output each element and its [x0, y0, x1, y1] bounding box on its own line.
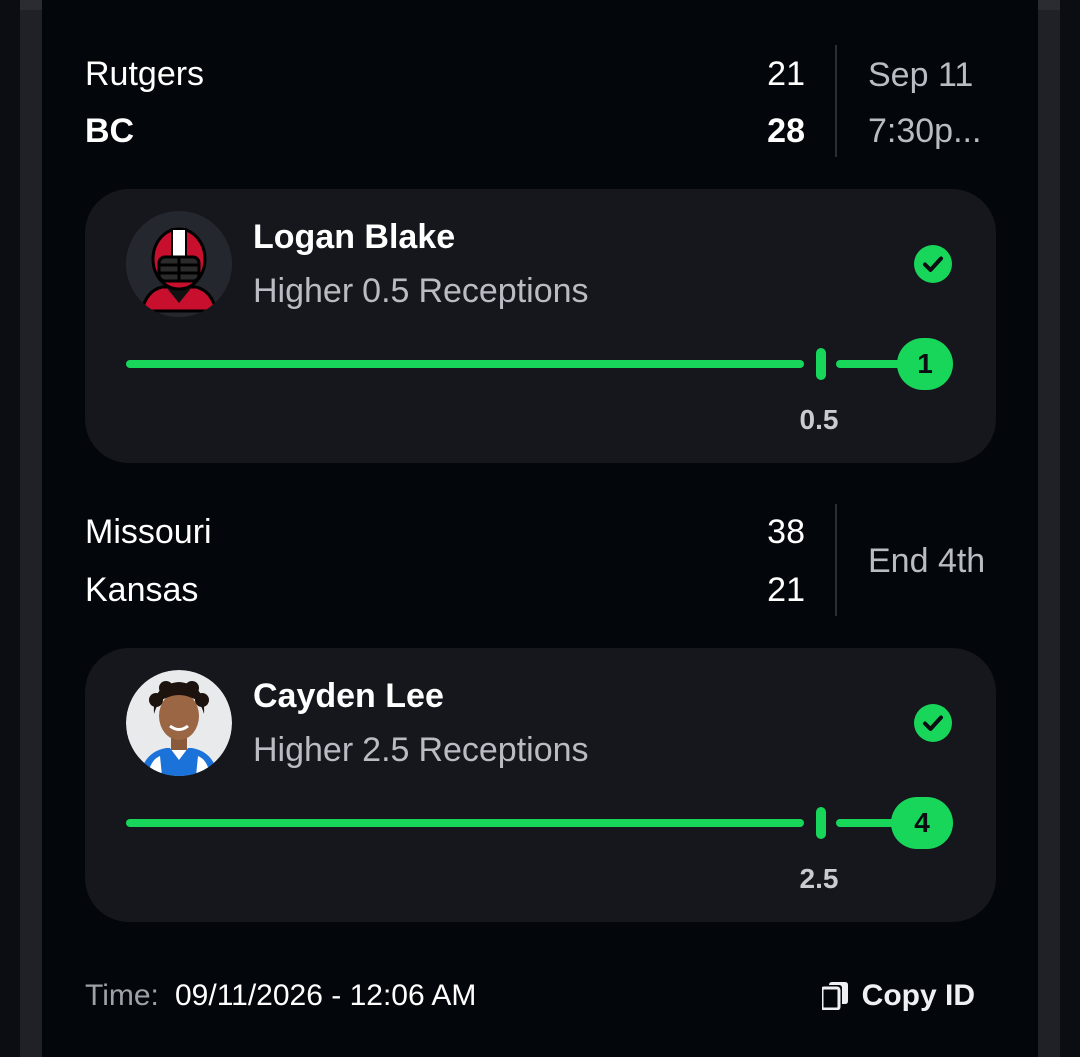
check-circle-icon: [914, 704, 952, 742]
team-score: 28: [767, 112, 805, 150]
prop-line-value: 2.5: [362, 731, 410, 769]
progress-track: [126, 819, 804, 827]
line-label: 2.5: [799, 863, 839, 894]
team-name: Kansas: [85, 571, 199, 609]
pick-card[interactable]: Cayden Lee Higher 2.5 Receptions 4 2.5: [85, 648, 996, 922]
player-name: Logan Blake: [253, 218, 456, 256]
team-row: Kansas 21: [85, 565, 805, 615]
result-badge: 1: [897, 338, 953, 390]
right-edge: [1038, 0, 1060, 1057]
progress-track: [126, 360, 804, 368]
prop-line-value: 0.5: [362, 272, 410, 310]
player-name: Cayden Lee: [253, 677, 444, 715]
team-row: Missouri 38: [85, 507, 805, 557]
prop-line: Higher 2.5 Receptions: [253, 730, 598, 770]
line-label: 0.5: [799, 404, 839, 435]
team-row: Rutgers 21: [85, 49, 805, 99]
time-value: 09/11/2026 - 12:06 AM: [175, 979, 477, 1012]
check-circle-icon: [914, 245, 952, 283]
team-name: Missouri: [85, 513, 212, 551]
helmet-placeholder-icon: [126, 211, 232, 317]
result-badge: 4: [891, 797, 953, 849]
player-photo: [126, 670, 232, 776]
game-scoreboard: Missouri 38 Kansas 21 End 4th: [85, 504, 1000, 616]
copy-id-label: Copy ID: [861, 979, 975, 1012]
copy-id-button[interactable]: Copy ID: [821, 970, 975, 1022]
prop-line: Higher 0.5 Receptions: [253, 271, 598, 311]
game-status: End 4th: [868, 542, 986, 580]
game-time: 7:30p...: [868, 112, 982, 150]
right-edge-cap: [1038, 0, 1060, 10]
prop-stat: Receptions: [418, 272, 589, 310]
prop-direction: Higher: [253, 272, 354, 310]
copy-icon: [821, 982, 848, 1010]
prop-direction: Higher: [253, 731, 354, 769]
team-score: 21: [767, 571, 805, 609]
scoreboard-divider: [835, 504, 837, 616]
team-row: BC 28: [85, 106, 805, 156]
team-score: 21: [767, 55, 805, 93]
pick-card[interactable]: Logan Blake Higher 0.5 Receptions 1 0.5: [85, 189, 996, 463]
entry-footer: Time: 09/11/2026 - 12:06 AM Copy ID: [85, 970, 995, 1022]
game-scoreboard: Rutgers 21 BC 28 Sep 11 7:30p...: [85, 45, 1000, 157]
left-edge-cap: [20, 0, 42, 10]
left-edge: [20, 0, 42, 1057]
time-label: Time:: [85, 979, 159, 1012]
line-marker: [816, 348, 826, 380]
team-score: 38: [767, 513, 805, 551]
team-name: BC: [85, 112, 135, 150]
line-marker: [816, 807, 826, 839]
scoreboard-divider: [835, 45, 837, 157]
prop-stat: Receptions: [418, 731, 589, 769]
team-name: Rutgers: [85, 55, 205, 93]
game-date: Sep 11: [868, 56, 974, 94]
